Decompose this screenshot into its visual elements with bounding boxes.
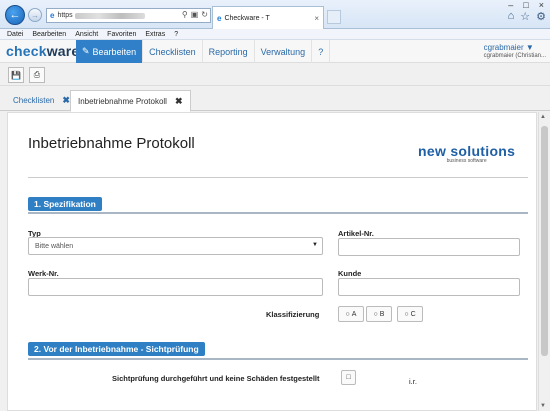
klass-option-b-label: B xyxy=(379,310,385,318)
toolbar: 💾 ⎙ xyxy=(0,64,550,86)
refresh-icon[interactable]: ↻ xyxy=(201,10,208,19)
print-icon: ⎙ xyxy=(33,70,41,79)
ie-tab-icon: e xyxy=(217,13,222,23)
werk-nr-label: Werk-Nr. xyxy=(28,269,59,278)
brand-name: new solutions xyxy=(418,143,516,159)
radio-icon: ○ xyxy=(373,310,378,318)
document-tabs: Checklisten ✖ Inbetriebnahme Protokoll ✖ xyxy=(0,87,550,112)
new-tab-button[interactable] xyxy=(327,10,341,24)
divider xyxy=(28,177,528,178)
kunde-label: Kunde xyxy=(338,269,362,278)
browser-tab[interactable]: e Checkware - T × xyxy=(212,6,324,29)
radio-icon: ○ xyxy=(404,310,409,318)
main-nav: ✎ Bearbeiten Checklisten Reporting Verwa… xyxy=(76,40,331,63)
section-divider xyxy=(28,212,528,214)
nav-verwaltung[interactable]: Verwaltung xyxy=(255,40,313,63)
search-icon[interactable]: ⚲ xyxy=(182,10,188,19)
forward-button[interactable]: → xyxy=(28,8,42,22)
back-button[interactable]: ← xyxy=(5,5,25,25)
browser-tab-title: Checkware - T xyxy=(224,14,270,22)
save-icon: 💾 xyxy=(11,70,21,80)
user-fullname: cgrabmaier (Christian... xyxy=(483,53,546,59)
scroll-down-icon[interactable]: ▼ xyxy=(540,403,546,409)
typ-select[interactable]: Bitte wählen ▼ xyxy=(28,237,323,255)
home-icon[interactable]: ⌂ xyxy=(508,10,515,23)
nav-checklisten-label: Checklisten xyxy=(149,46,196,57)
doc-tab-checklisten[interactable]: Checklisten ✖ xyxy=(6,90,77,111)
menu-help[interactable]: ? xyxy=(174,31,178,38)
menu-favoriten[interactable]: Favoriten xyxy=(107,31,136,38)
user-menu[interactable]: cgrabmaier ▼ cgrabmaier (Christian... xyxy=(484,43,546,59)
lock-icon[interactable]: ▣ xyxy=(191,10,199,19)
address-bar[interactable]: e https ⚲ ▣ ↻ xyxy=(46,8,211,23)
nav-help-label: ? xyxy=(318,46,324,57)
doc-tab-protokoll[interactable]: Inbetriebnahme Protokoll ✖ xyxy=(70,90,191,112)
vertical-scrollbar[interactable]: ▲ ▼ xyxy=(538,112,550,411)
doc-tab-protokoll-label: Inbetriebnahme Protokoll xyxy=(78,96,167,106)
form-content: Inbetriebnahme Protokoll new solutions b… xyxy=(7,112,537,411)
werk-nr-input[interactable] xyxy=(28,278,323,296)
nav-bearbeiten[interactable]: ✎ Bearbeiten xyxy=(76,40,144,63)
klass-option-c[interactable]: ○ C xyxy=(397,306,423,322)
menu-extras[interactable]: Extras xyxy=(145,31,165,38)
artikel-nr-label: Artikel-Nr. xyxy=(338,229,374,238)
klassifizierung-label: Klassifizierung xyxy=(266,310,320,319)
doc-tab-checklisten-label: Checklisten xyxy=(13,96,55,105)
artikel-nr-input[interactable] xyxy=(338,238,520,256)
section-spezifikation: 1. Spezifikation xyxy=(28,197,102,211)
favorites-star-icon[interactable]: ☆ xyxy=(520,10,530,23)
checkware-logo[interactable]: checkware xyxy=(6,43,79,59)
sichtpruefung-label: Sichtprüfung durchgeführt und keine Schä… xyxy=(112,374,320,383)
ie-icon: e xyxy=(50,11,55,20)
nav-reporting[interactable]: Reporting xyxy=(203,40,255,63)
edit-icon: ✎ xyxy=(82,46,90,56)
scroll-thumb[interactable] xyxy=(541,126,548,356)
section-sichtpruefung: 2. Vor der Inbetriebnahme - Sichtprüfung xyxy=(28,342,205,356)
app-header: checkware ✎ Bearbeiten Checklisten Repor… xyxy=(0,40,550,63)
radio-icon: ○ xyxy=(345,310,350,318)
brand-logo: new solutions business software xyxy=(418,143,515,164)
menu-ansicht[interactable]: Ansicht xyxy=(75,31,98,38)
close-icon[interactable]: ✖ xyxy=(62,95,70,106)
user-name: cgrabmaier xyxy=(483,43,524,52)
print-button[interactable]: ⎙ xyxy=(29,67,45,83)
sichtpruefung-checkbox[interactable]: □ xyxy=(341,370,356,385)
page-title: Inbetriebnahme Protokoll xyxy=(28,135,195,152)
klass-option-c-label: C xyxy=(410,310,416,318)
nav-checklisten[interactable]: Checklisten xyxy=(143,40,203,63)
klass-option-a[interactable]: ○ A xyxy=(338,306,364,322)
kunde-input[interactable] xyxy=(338,278,520,296)
checkbox-icon: □ xyxy=(346,374,351,381)
klass-option-a-label: A xyxy=(351,310,357,318)
browser-chrome: ← → e https ⚲ ▣ ↻ e Checkware - T × ⌂ ☆ … xyxy=(0,0,550,29)
minimize-button[interactable]: – xyxy=(508,0,513,10)
dropdown-arrow-icon: ▼ xyxy=(312,242,318,248)
gear-icon[interactable]: ⚙ xyxy=(536,10,546,23)
url-text: https xyxy=(57,12,73,19)
chevron-down-icon: ▼ xyxy=(525,43,534,52)
url-redacted xyxy=(74,12,145,19)
nav-reporting-label: Reporting xyxy=(208,46,248,57)
save-button[interactable]: 💾 xyxy=(8,67,24,83)
typ-select-value: Bitte wählen xyxy=(35,242,74,250)
nav-bearbeiten-label: Bearbeiten xyxy=(92,46,137,57)
close-window-button[interactable]: × xyxy=(539,0,544,10)
menu-datei[interactable]: Datei xyxy=(7,31,23,38)
section-divider xyxy=(28,358,528,360)
io-label: i.r. xyxy=(409,377,417,386)
maximize-button[interactable]: □ xyxy=(523,0,528,10)
klass-option-b[interactable]: ○ B xyxy=(366,306,392,322)
close-tab-icon[interactable]: × xyxy=(314,14,319,23)
menu-bar: Datei Bearbeiten Ansicht Favoriten Extra… xyxy=(0,29,550,40)
nav-verwaltung-label: Verwaltung xyxy=(260,46,306,57)
scroll-up-icon[interactable]: ▲ xyxy=(540,114,546,120)
menu-bearbeiten[interactable]: Bearbeiten xyxy=(32,31,66,38)
nav-help[interactable]: ? xyxy=(312,40,331,63)
close-icon[interactable]: ✖ xyxy=(175,96,183,107)
